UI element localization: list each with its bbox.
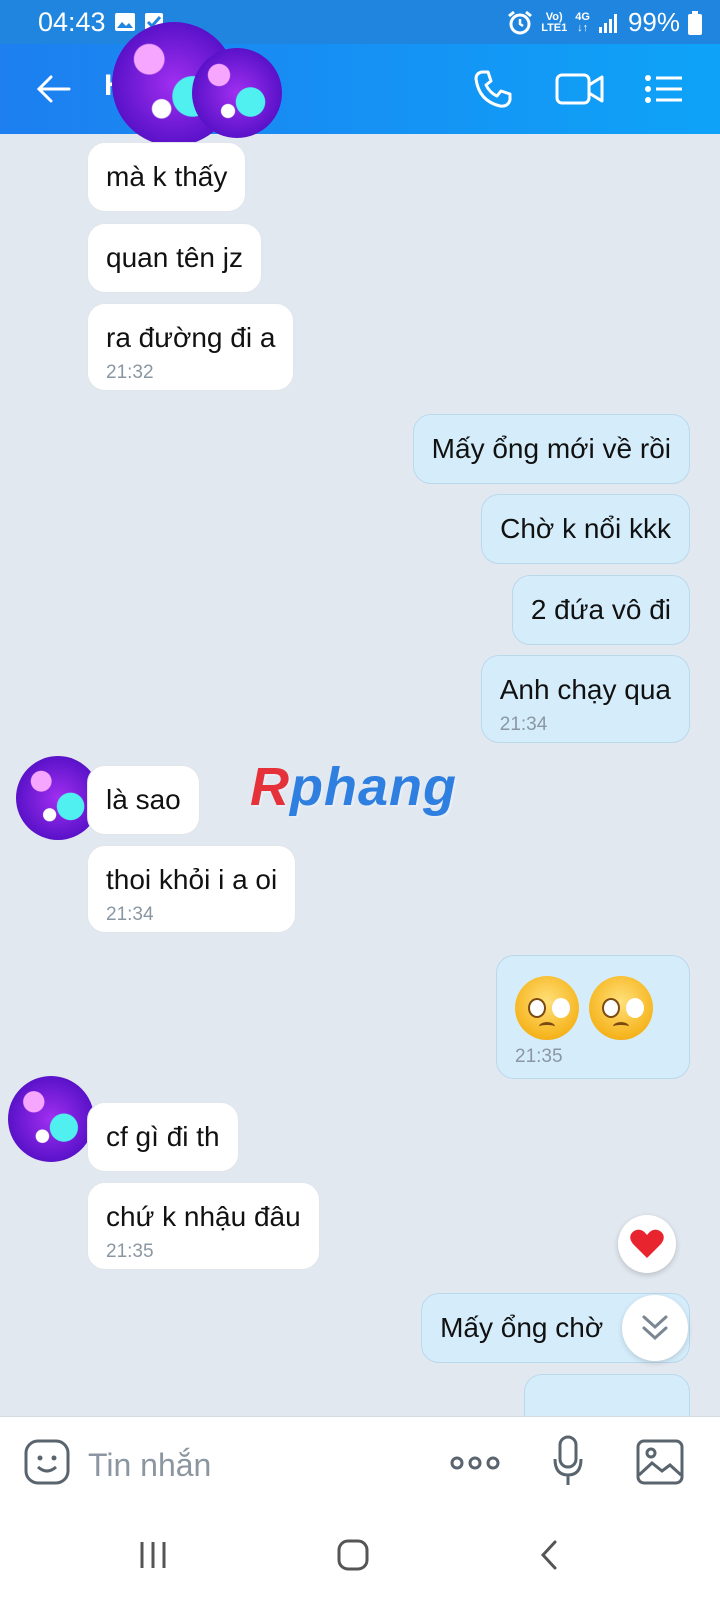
network-type: 4G ↓↑ (575, 10, 590, 34)
message-bubble-outgoing[interactable]: 2 đứa vô đi (511, 575, 690, 645)
message-list[interactable]: mà k thấy quan tên jz ra đường đi a 21:3… (0, 134, 720, 1416)
image-icon[interactable] (636, 1439, 684, 1485)
watermark-logo: Rphang (250, 757, 457, 817)
message-time: 21:34 (499, 714, 548, 735)
message-bubble-outgoing[interactable] (524, 1374, 690, 1416)
back-arrow-icon (36, 75, 71, 103)
chevron-double-down-icon (642, 1315, 668, 1341)
message-text: 2 đứa vô đi (530, 594, 671, 625)
message-composer: Tin nhắn (0, 1416, 720, 1513)
scroll-to-bottom-button[interactable] (622, 1295, 688, 1361)
message-text: ra đường đi a (106, 322, 276, 353)
phone-icon (474, 70, 512, 108)
chat-header: H (0, 22, 720, 146)
battery-icon (688, 10, 702, 35)
message-text: thoi khỏi i a oi (106, 864, 278, 895)
emoji-row (515, 976, 671, 1040)
message-bubble-outgoing[interactable]: Anh chạy qua 21:34 (480, 655, 690, 743)
reaction-button[interactable] (618, 1215, 676, 1273)
home-icon[interactable] (336, 1538, 370, 1572)
more-icon[interactable] (450, 1455, 500, 1471)
message-time: 21:32 (106, 362, 154, 383)
message-bubble-incoming[interactable]: chứ k nhậu đâu 21:35 (87, 1182, 320, 1270)
status-right: Vo) LTE1 4G ↓↑ 99% (507, 7, 702, 38)
message-text: Mấy ổng chờ (440, 1312, 604, 1343)
signal-icon (598, 13, 617, 33)
message-text: Anh chạy qua (499, 674, 671, 705)
message-bubble-incoming[interactable]: cf gì đi th (87, 1102, 239, 1172)
message-bubble-outgoing[interactable]: Chờ k nổi kkk (481, 494, 690, 564)
message-bubble-incoming[interactable]: là sao (87, 765, 200, 835)
message-text: Chờ k nổi kkk (500, 513, 671, 544)
gallery-notification-icon (115, 13, 135, 31)
message-bubble-incoming[interactable]: ra đường đi a 21:32 (87, 303, 295, 391)
status-time: 04:43 (38, 7, 106, 37)
battery-percent: 99% (627, 7, 680, 37)
video-call-button[interactable] (552, 64, 608, 114)
message-bubble-outgoing[interactable]: 21:35 (496, 955, 690, 1079)
video-icon (555, 73, 604, 105)
message-text: quan tên jz (106, 242, 243, 273)
message-time: 21:34 (106, 904, 154, 925)
message-text: là sao (106, 784, 181, 815)
sticker-icon[interactable] (24, 1439, 70, 1485)
volte-label: Vo) LTE1 (541, 10, 568, 34)
message-text: chứ k nhậu đâu (106, 1201, 301, 1232)
call-button[interactable] (468, 64, 518, 114)
alarm-icon (508, 10, 533, 34)
status-bar: 04:43 Vo) LTE1 4G ↓↑ 99% (0, 0, 720, 44)
message-text: Mấy ổng mới về rồi (431, 433, 671, 464)
message-bubble-incoming[interactable]: mà k thấy (87, 142, 247, 212)
list-icon (645, 75, 682, 103)
message-time: 21:35 (106, 1241, 154, 1262)
recent-apps-icon[interactable] (138, 1540, 168, 1570)
sender-avatar[interactable] (8, 1076, 94, 1162)
heart-icon (630, 1229, 664, 1258)
pleading-face-emoji (589, 976, 653, 1040)
message-bubble-incoming[interactable]: quan tên jz (87, 223, 262, 293)
message-bubble-outgoing[interactable]: Mấy ổng mới về rồi (412, 414, 690, 484)
mic-icon[interactable] (552, 1435, 584, 1487)
message-text: mà k thấy (106, 161, 228, 192)
system-nav-bar (0, 1512, 720, 1600)
pleading-face-emoji (515, 976, 579, 1040)
back-icon[interactable] (538, 1540, 560, 1570)
menu-button[interactable] (642, 64, 686, 114)
back-button[interactable] (28, 64, 78, 114)
message-time: 21:35 (515, 1046, 563, 1067)
message-input[interactable]: Tin nhắn (88, 1447, 211, 1484)
message-text: cf gì đi th (106, 1121, 220, 1152)
message-bubble-incoming[interactable]: thoi khỏi i a oi 21:34 (87, 845, 297, 933)
contact-avatar-secondary (192, 48, 282, 138)
